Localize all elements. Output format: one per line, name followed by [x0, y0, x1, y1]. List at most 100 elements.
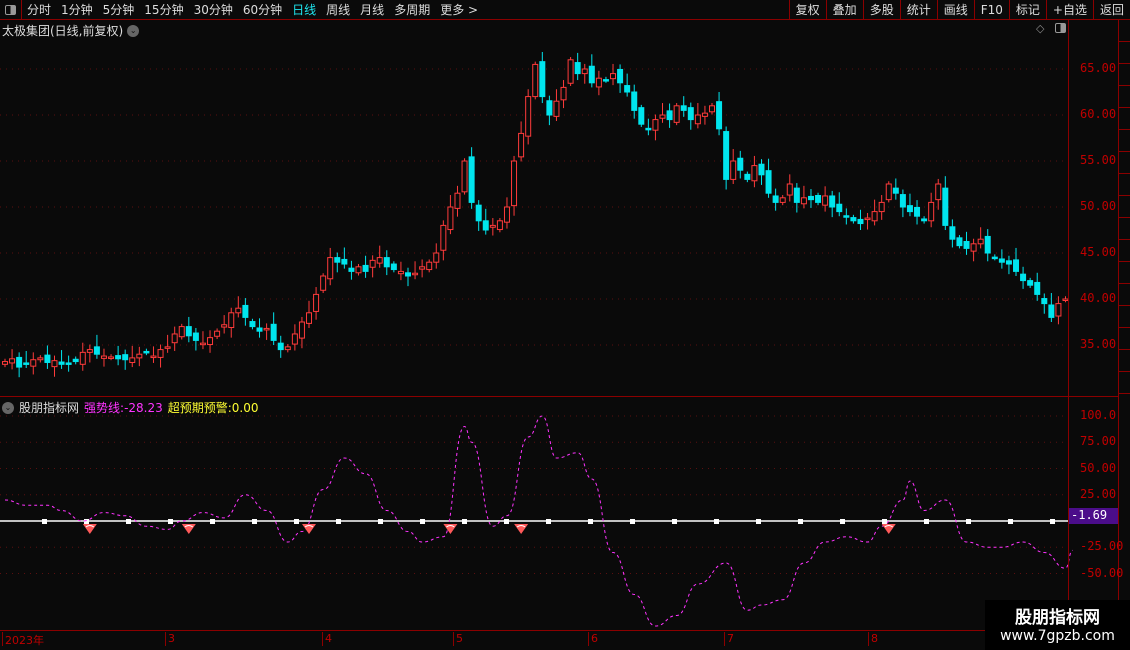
candle	[1048, 293, 1055, 322]
pane-divider[interactable]	[0, 396, 1118, 397]
zero-marker	[504, 519, 509, 524]
candle	[9, 349, 16, 370]
candle	[624, 73, 631, 97]
candle	[298, 316, 305, 349]
side-panel-tab[interactable]	[1119, 240, 1130, 262]
chevron-down-icon[interactable]: ⌄	[2, 401, 14, 414]
zero-marker	[294, 519, 299, 524]
candle	[313, 287, 320, 320]
candle	[737, 150, 744, 179]
candle	[419, 259, 426, 278]
candle	[355, 264, 362, 276]
zero-marker	[42, 519, 47, 524]
candle	[899, 189, 906, 218]
side-panel-tab[interactable]	[1119, 350, 1130, 372]
candle	[115, 345, 122, 366]
price-axis-label: 60.00	[1080, 107, 1117, 121]
line1-value: -28.23	[124, 401, 163, 415]
candle	[150, 346, 157, 363]
candle	[65, 355, 72, 372]
candle	[701, 105, 708, 125]
time-axis-label: 2023年	[2, 632, 44, 647]
watermark: 股朋指标网 www.7gpzb.com	[985, 600, 1130, 650]
side-panel-tab[interactable]	[1119, 284, 1130, 306]
candle	[772, 188, 779, 211]
candle	[793, 183, 800, 213]
side-panel-tab[interactable]	[1119, 42, 1130, 64]
candle	[687, 102, 694, 130]
side-panel-tab[interactable]	[1119, 86, 1130, 108]
side-panel-tab[interactable]	[1119, 130, 1130, 152]
candle	[376, 245, 383, 268]
candle	[447, 195, 454, 235]
candle	[404, 267, 411, 287]
indicator-header: ⌄ 股朋指标网 强势线:-28.23 超预期预警:0.00	[2, 399, 259, 416]
candle	[659, 103, 666, 123]
side-panel-tab[interactable]	[1119, 174, 1130, 196]
side-panel-tab[interactable]	[1119, 196, 1130, 218]
line2-value: 0.00	[231, 401, 259, 415]
chart-canvas[interactable]	[0, 0, 1118, 650]
zero-marker	[630, 519, 635, 524]
side-panel-tab[interactable]	[1119, 108, 1130, 130]
time-axis-label: 3	[165, 632, 175, 646]
candle	[306, 300, 313, 328]
price-axis-label: 45.00	[1080, 245, 1117, 259]
alert-icon	[514, 524, 529, 534]
candle	[122, 349, 129, 370]
candle	[673, 103, 680, 126]
candle	[511, 155, 518, 216]
side-panel-tab[interactable]	[1119, 262, 1130, 284]
candle	[221, 315, 228, 334]
candle	[496, 218, 503, 233]
zero-marker	[252, 519, 257, 524]
candle	[136, 346, 143, 367]
side-panel-strip[interactable]	[1119, 20, 1130, 400]
candle	[164, 334, 171, 353]
candle	[207, 330, 214, 353]
candle	[369, 255, 376, 278]
zero-marker	[336, 519, 341, 524]
candle	[588, 54, 595, 88]
candle	[546, 95, 553, 126]
candle	[829, 190, 836, 218]
side-panel-tab[interactable]	[1119, 372, 1130, 394]
zero-marker	[462, 519, 467, 524]
time-axis-label: 5	[453, 632, 463, 646]
time-axis-label: 7	[724, 632, 734, 646]
zero-marker	[798, 519, 803, 524]
candle	[822, 186, 829, 212]
time-axis-label: 6	[588, 632, 598, 646]
candle	[327, 247, 334, 286]
time-axis-label: 8	[868, 632, 878, 646]
side-panel-tab[interactable]	[1119, 64, 1130, 86]
price-axis-label: 50.00	[1080, 199, 1117, 213]
candle	[906, 193, 913, 217]
side-panel-tab[interactable]	[1119, 328, 1130, 350]
candle	[348, 260, 355, 280]
watermark-title: 股朋指标网	[1015, 608, 1100, 628]
side-panel-tab[interactable]	[1119, 20, 1130, 42]
candle	[602, 76, 609, 83]
price-axis-label: 40.00	[1080, 291, 1117, 305]
time-axis-divider	[0, 630, 1118, 631]
price-axis-label: 55.00	[1080, 153, 1117, 167]
candle	[567, 57, 574, 87]
side-panel-tab[interactable]	[1119, 152, 1130, 174]
candle	[928, 192, 935, 228]
candle	[79, 342, 86, 371]
candle	[1013, 247, 1020, 276]
indicator-axis-label: -25.00	[1080, 539, 1124, 554]
candle	[991, 254, 998, 261]
candle	[1005, 255, 1012, 275]
candle	[525, 89, 532, 145]
time-axis-label: 4	[322, 632, 332, 646]
price-axis-label: 35.00	[1080, 337, 1117, 351]
candle	[800, 185, 807, 209]
candle	[362, 255, 369, 278]
zero-marker	[546, 519, 551, 524]
candle	[680, 96, 687, 117]
candle	[412, 261, 419, 280]
side-panel-tab[interactable]	[1119, 306, 1130, 328]
side-panel-tab[interactable]	[1119, 218, 1130, 240]
